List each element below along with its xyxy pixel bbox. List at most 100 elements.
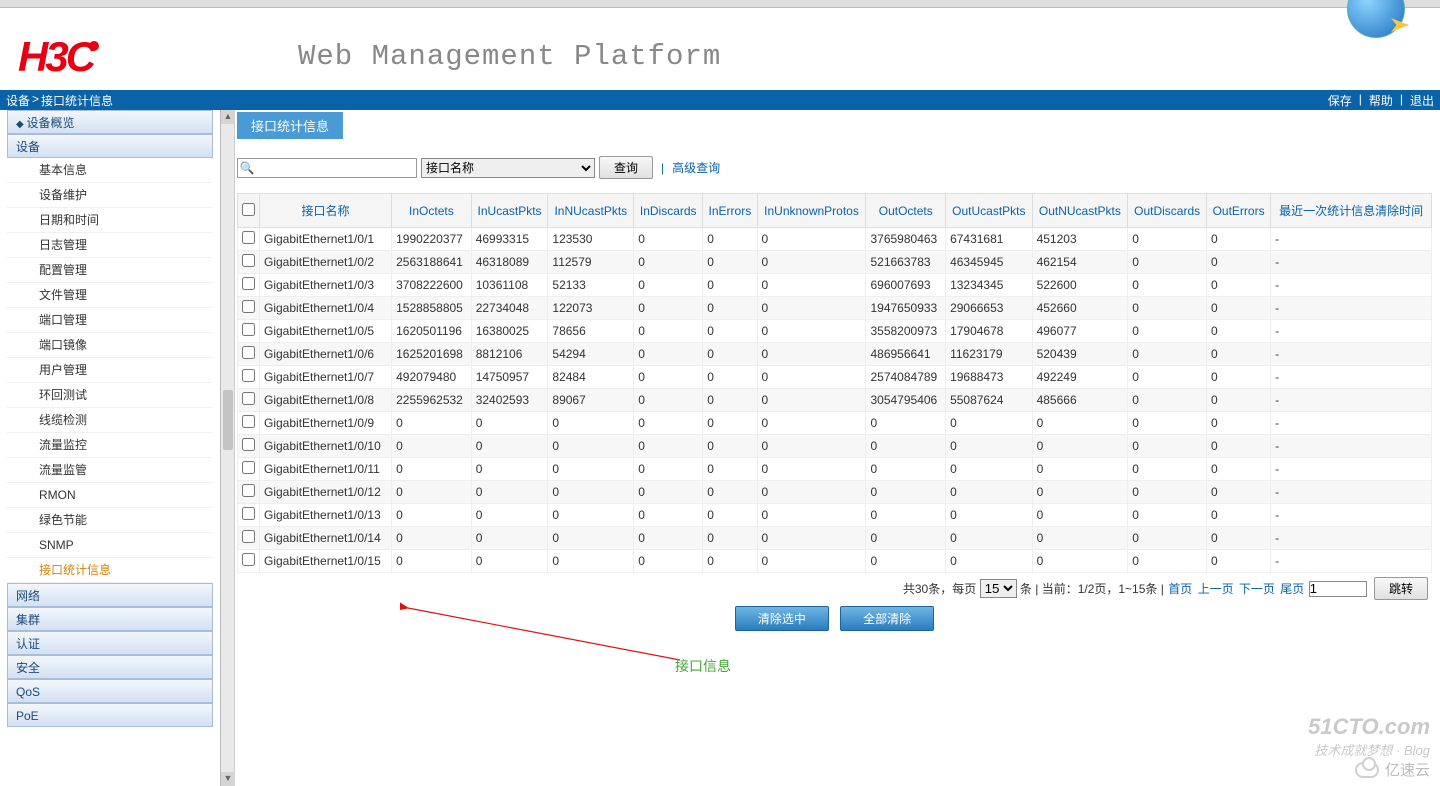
sidebar-item-0-6[interactable]: 端口管理 <box>7 308 213 333</box>
sidebar-item-0-16[interactable]: 接口统计信息 <box>7 558 213 583</box>
sidebar-item-0-0[interactable]: 基本信息 <box>7 158 213 183</box>
cell-9-1: 0 <box>392 435 472 458</box>
cell-11-3: 0 <box>548 481 634 504</box>
sidebar-item-0-13[interactable]: RMON <box>7 483 213 508</box>
sidebar-top-overview[interactable]: 设备概览 <box>7 110 213 134</box>
row-checkbox[interactable] <box>242 392 255 405</box>
sidebar-category-0[interactable]: 设备 <box>7 134 213 158</box>
search-input[interactable] <box>256 160 406 176</box>
sidebar-item-0-7[interactable]: 端口镜像 <box>7 333 213 358</box>
sidebar-category-3[interactable]: 认证 <box>7 631 213 655</box>
column-header-12[interactable]: 最近一次统计信息清除时间 <box>1271 194 1432 228</box>
column-header-4[interactable]: InDiscards <box>634 194 703 228</box>
row-checkbox[interactable] <box>242 254 255 267</box>
sidebar-item-0-9[interactable]: 环回测试 <box>7 383 213 408</box>
row-checkbox[interactable] <box>242 323 255 336</box>
sidebar-category-4[interactable]: 安全 <box>7 655 213 679</box>
logout-link[interactable]: 退出 <box>1410 92 1434 109</box>
cell-12-3: 0 <box>548 504 634 527</box>
sidebar-item-0-4[interactable]: 配置管理 <box>7 258 213 283</box>
sidebar-item-0-1[interactable]: 设备维护 <box>7 183 213 208</box>
sidebar-item-0-2[interactable]: 日期和时间 <box>7 208 213 233</box>
row-checkbox[interactable] <box>242 415 255 428</box>
row-checkbox[interactable] <box>242 484 255 497</box>
column-header-7[interactable]: OutOctets <box>866 194 946 228</box>
per-page-select[interactable]: 15 <box>980 579 1017 598</box>
pager-goto-input[interactable] <box>1309 581 1367 597</box>
sidebar-item-0-11[interactable]: 流量监控 <box>7 433 213 458</box>
breadcrumb-part1[interactable]: 设备 <box>6 92 30 109</box>
row-checkbox[interactable] <box>242 369 255 382</box>
cell-10-5: 0 <box>703 458 757 481</box>
cell-9-2: 0 <box>471 435 548 458</box>
cell-12-12: - <box>1271 504 1432 527</box>
cell-6-12: - <box>1271 366 1432 389</box>
annotation-label: 接口信息 <box>675 656 731 676</box>
pager-first[interactable]: 首页 <box>1168 582 1192 596</box>
column-header-0[interactable]: 接口名称 <box>260 194 392 228</box>
cell-2-12: - <box>1271 274 1432 297</box>
sidebar-item-0-8[interactable]: 用户管理 <box>7 358 213 383</box>
column-header-8[interactable]: OutUcastPkts <box>946 194 1033 228</box>
cell-3-7: 1947650933 <box>866 297 946 320</box>
sidebar-item-0-10[interactable]: 线缆检测 <box>7 408 213 433</box>
cell-0-3: 123530 <box>548 228 634 251</box>
sidebar-scrollbar[interactable]: ▲ ▼ <box>220 110 234 786</box>
sidebar-item-0-5[interactable]: 文件管理 <box>7 283 213 308</box>
filter-select[interactable]: 接口名称 <box>421 158 595 178</box>
scroll-up-icon[interactable]: ▲ <box>221 110 235 124</box>
row-checkbox[interactable] <box>242 438 255 451</box>
row-checkbox[interactable] <box>242 507 255 520</box>
column-header-10[interactable]: OutDiscards <box>1128 194 1207 228</box>
row-checkbox[interactable] <box>242 530 255 543</box>
sidebar-category-2[interactable]: 集群 <box>7 607 213 631</box>
row-checkbox[interactable] <box>242 346 255 359</box>
help-link[interactable]: 帮助 <box>1369 92 1393 109</box>
row-checkbox[interactable] <box>242 300 255 313</box>
pager-goto-button[interactable]: 跳转 <box>1374 577 1428 600</box>
column-header-1[interactable]: InOctets <box>392 194 472 228</box>
select-all-checkbox[interactable] <box>242 203 255 216</box>
advanced-query-link[interactable]: 高级查询 <box>672 159 720 176</box>
row-checkbox[interactable] <box>242 277 255 290</box>
column-header-2[interactable]: InUcastPkts <box>471 194 548 228</box>
column-header-11[interactable]: OutErrors <box>1207 194 1271 228</box>
sidebar-item-0-3[interactable]: 日志管理 <box>7 233 213 258</box>
cell-10-2: 0 <box>471 458 548 481</box>
sidebar-item-0-12[interactable]: 流量监管 <box>7 458 213 483</box>
cell-13-8: 0 <box>946 527 1033 550</box>
clear-all-button[interactable]: 全部清除 <box>840 606 934 631</box>
globe-icon[interactable] <box>1347 0 1405 38</box>
cell-8-11: 0 <box>1207 412 1271 435</box>
save-link[interactable]: 保存 <box>1328 92 1352 109</box>
sidebar-category-5[interactable]: QoS <box>7 679 213 703</box>
cell-10-12: - <box>1271 458 1432 481</box>
pager-prev[interactable]: 上一页 <box>1198 582 1234 596</box>
select-all-header[interactable] <box>238 194 260 228</box>
cell-2-4: 0 <box>634 274 703 297</box>
sidebar-category-6[interactable]: PoE <box>7 703 213 727</box>
scroll-thumb[interactable] <box>223 390 233 450</box>
sidebar-item-0-15[interactable]: SNMP <box>7 533 213 558</box>
row-checkbox[interactable] <box>242 461 255 474</box>
pager-last[interactable]: 尾页 <box>1280 582 1304 596</box>
breadcrumb-part2[interactable]: 接口统计信息 <box>41 92 113 109</box>
scroll-down-icon[interactable]: ▼ <box>221 772 235 786</box>
cell-7-8: 55087624 <box>946 389 1033 412</box>
sidebar-category-1[interactable]: 网络 <box>7 583 213 607</box>
cell-14-0: GigabitEthernet1/0/15 <box>260 550 392 573</box>
cell-11-2: 0 <box>471 481 548 504</box>
column-header-6[interactable]: InUnknownProtos <box>757 194 866 228</box>
sidebar-item-0-14[interactable]: 绿色节能 <box>7 508 213 533</box>
tab-interface-stats[interactable]: 接口统计信息 <box>237 112 343 139</box>
column-header-5[interactable]: InErrors <box>703 194 757 228</box>
cell-6-8: 19688473 <box>946 366 1033 389</box>
query-button[interactable]: 查询 <box>599 156 653 179</box>
pager-next[interactable]: 下一页 <box>1239 582 1275 596</box>
clear-selected-button[interactable]: 清除选中 <box>735 606 829 631</box>
cell-6-10: 0 <box>1128 366 1207 389</box>
row-checkbox[interactable] <box>242 553 255 566</box>
column-header-3[interactable]: InNUcastPkts <box>548 194 634 228</box>
column-header-9[interactable]: OutNUcastPkts <box>1032 194 1128 228</box>
row-checkbox[interactable] <box>242 231 255 244</box>
